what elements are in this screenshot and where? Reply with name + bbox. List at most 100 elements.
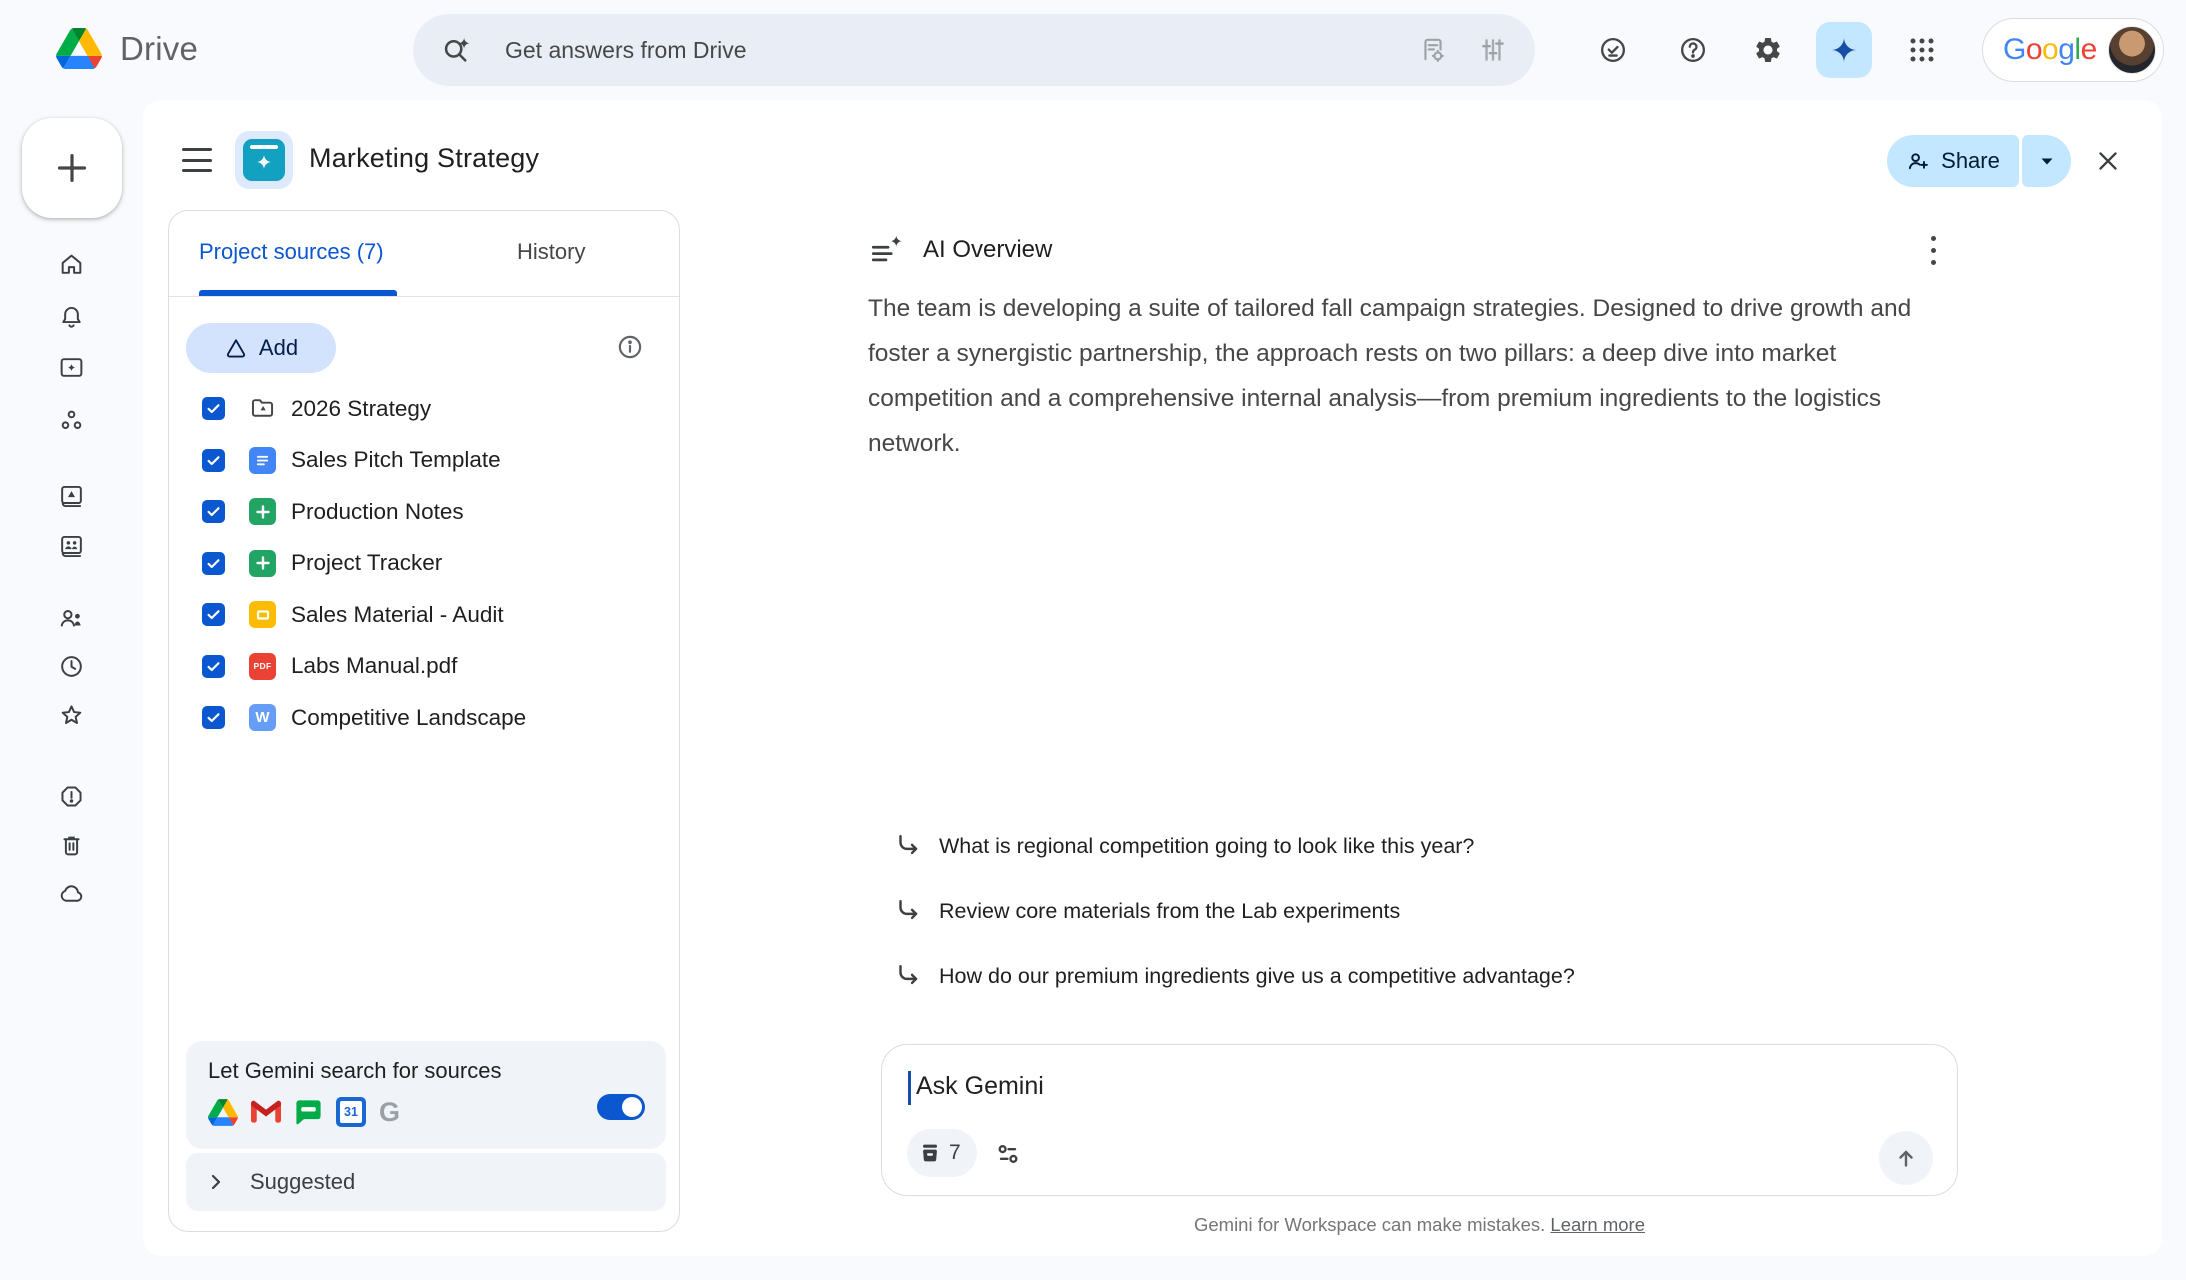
source-row[interactable]: Production Notes bbox=[169, 486, 679, 538]
subdirectory-arrow-icon bbox=[893, 896, 923, 926]
learn-more-link[interactable]: Learn more bbox=[1550, 1214, 1645, 1235]
suggested-label: Suggested bbox=[250, 1169, 355, 1195]
shared-with-me-icon[interactable] bbox=[51, 598, 91, 638]
checkbox-checked[interactable] bbox=[202, 500, 225, 523]
checkbox-checked[interactable] bbox=[202, 706, 225, 729]
google-g-icon: G bbox=[379, 1097, 400, 1127]
approvals-icon[interactable] bbox=[1589, 26, 1637, 74]
panel-title: Marketing Strategy bbox=[309, 143, 539, 174]
spam-icon[interactable] bbox=[51, 776, 91, 816]
tab-project-sources[interactable]: Project sources (7) bbox=[199, 239, 384, 265]
avatar[interactable] bbox=[2108, 26, 2156, 74]
ai-overview-icon bbox=[868, 233, 906, 271]
gemini-search-toggle-on[interactable] bbox=[597, 1094, 645, 1120]
google-docs-icon bbox=[249, 447, 276, 474]
active-tab-underline bbox=[199, 290, 397, 296]
project-sources-card: Project sources (7) History Add 2026 Str… bbox=[168, 210, 680, 1232]
source-row[interactable]: Sales Pitch Template bbox=[169, 435, 679, 487]
close-icon bbox=[2094, 147, 2122, 175]
share-dropdown-button[interactable] bbox=[2022, 135, 2071, 187]
chevron-right-icon bbox=[204, 1170, 228, 1194]
suggested-section[interactable]: Suggested bbox=[186, 1153, 666, 1211]
source-row[interactable]: Project Tracker bbox=[169, 538, 679, 590]
ask-gemini-input[interactable]: Ask Gemini 7 bbox=[881, 1044, 1958, 1196]
gemini-activity-icon[interactable] bbox=[51, 347, 91, 387]
my-drive-icon[interactable] bbox=[51, 476, 91, 516]
recent-clock-icon[interactable] bbox=[51, 646, 91, 686]
checkbox-checked[interactable] bbox=[202, 655, 225, 678]
search-settings-icon[interactable] bbox=[1419, 36, 1447, 64]
gemini-project-panel: Marketing Strategy Share Project sources… bbox=[143, 100, 2162, 1256]
pdf-icon: PDF bbox=[249, 653, 276, 680]
apps-grid-icon[interactable] bbox=[1898, 26, 1946, 74]
person-add-icon bbox=[1906, 149, 1931, 174]
source-row[interactable]: Sales Material - Audit bbox=[169, 589, 679, 641]
overview-more-menu-icon[interactable] bbox=[1913, 230, 1953, 270]
new-button[interactable] bbox=[22, 118, 122, 218]
tab-history[interactable]: History bbox=[517, 239, 585, 265]
left-navigation-rail bbox=[0, 0, 143, 1280]
search-placeholder: Get answers from Drive bbox=[505, 35, 747, 65]
gemini-spark-button[interactable] bbox=[1816, 22, 1872, 78]
suggestion-item[interactable]: What is regional competition going to lo… bbox=[893, 829, 1474, 863]
sources-box-icon bbox=[919, 1142, 941, 1164]
shared-drives-icon[interactable] bbox=[51, 526, 91, 566]
add-source-button[interactable]: Add bbox=[186, 323, 336, 373]
tab-bar: Project sources (7) History bbox=[169, 211, 679, 297]
source-list: 2026 Strategy Sales Pitch Template Produ… bbox=[169, 383, 679, 744]
text-caret bbox=[908, 1071, 911, 1105]
share-button[interactable]: Share bbox=[1887, 135, 2019, 187]
ai-overview-body: The team is developing a suite of tailor… bbox=[868, 286, 1942, 466]
suggestion-item[interactable]: Review core materials from the Lab exper… bbox=[893, 894, 1400, 928]
project-icon bbox=[235, 131, 293, 189]
google-account-pill[interactable]: Google bbox=[1982, 18, 2164, 82]
google-sheets-icon bbox=[249, 550, 276, 577]
checkbox-checked[interactable] bbox=[202, 449, 225, 472]
search-filters-icon[interactable] bbox=[1479, 36, 1507, 64]
prompt-options-icon[interactable] bbox=[994, 1140, 1022, 1168]
storage-cloud-icon[interactable] bbox=[51, 873, 91, 913]
search-spark-icon[interactable] bbox=[441, 35, 471, 65]
chat-icon bbox=[294, 1098, 323, 1127]
starred-icon[interactable] bbox=[51, 695, 91, 735]
gemini-search-sources-box: Let Gemini search for sources 31 G bbox=[186, 1041, 666, 1149]
google-sheets-icon bbox=[249, 498, 276, 525]
google-wordmark: Google bbox=[2003, 33, 2097, 67]
checkbox-checked[interactable] bbox=[202, 603, 225, 626]
workflows-icon[interactable] bbox=[51, 400, 91, 440]
source-row[interactable]: PDF Labs Manual.pdf bbox=[169, 641, 679, 693]
notifications-bell-icon[interactable] bbox=[51, 297, 91, 337]
google-slides-icon bbox=[249, 601, 276, 628]
drive-outline-icon bbox=[224, 336, 248, 360]
source-row[interactable]: 2026 Strategy bbox=[169, 383, 679, 435]
subdirectory-arrow-icon bbox=[893, 831, 923, 861]
settings-gear-icon[interactable] bbox=[1744, 26, 1792, 74]
suggestion-item[interactable]: How do our premium ingredients give us a… bbox=[893, 959, 1575, 993]
gmail-icon bbox=[251, 1100, 281, 1124]
workspace-app-icons: 31 G bbox=[208, 1097, 400, 1127]
arrow-up-icon bbox=[1892, 1144, 1920, 1172]
panel-menu-icon[interactable] bbox=[180, 144, 214, 176]
disclaimer: Gemini for Workspace can make mistakes. … bbox=[881, 1214, 1958, 1236]
ai-overview-title: AI Overview bbox=[923, 236, 1052, 264]
word-doc-icon: W bbox=[249, 704, 276, 731]
calendar-icon: 31 bbox=[336, 1097, 366, 1127]
ask-gemini-placeholder: Ask Gemini bbox=[916, 1072, 1044, 1101]
search-input[interactable]: Get answers from Drive bbox=[413, 14, 1535, 86]
info-icon[interactable] bbox=[612, 329, 648, 365]
top-app-bar: Drive Get answers from Drive bbox=[0, 0, 2186, 100]
folder-icon bbox=[249, 395, 276, 422]
checkbox-checked[interactable] bbox=[202, 397, 225, 420]
subdirectory-arrow-icon bbox=[893, 961, 923, 991]
gemini-search-label: Let Gemini search for sources bbox=[208, 1058, 501, 1084]
close-panel-button[interactable] bbox=[2087, 140, 2129, 182]
home-icon[interactable] bbox=[51, 244, 91, 284]
sources-count-chip[interactable]: 7 bbox=[907, 1129, 977, 1177]
send-button[interactable] bbox=[1879, 1131, 1933, 1185]
drive-mini-icon bbox=[208, 1099, 238, 1126]
trash-icon[interactable] bbox=[51, 825, 91, 865]
help-icon[interactable] bbox=[1669, 26, 1717, 74]
source-row[interactable]: W Competitive Landscape bbox=[169, 692, 679, 744]
checkbox-checked[interactable] bbox=[202, 552, 225, 575]
chevron-down-icon bbox=[2037, 151, 2057, 171]
